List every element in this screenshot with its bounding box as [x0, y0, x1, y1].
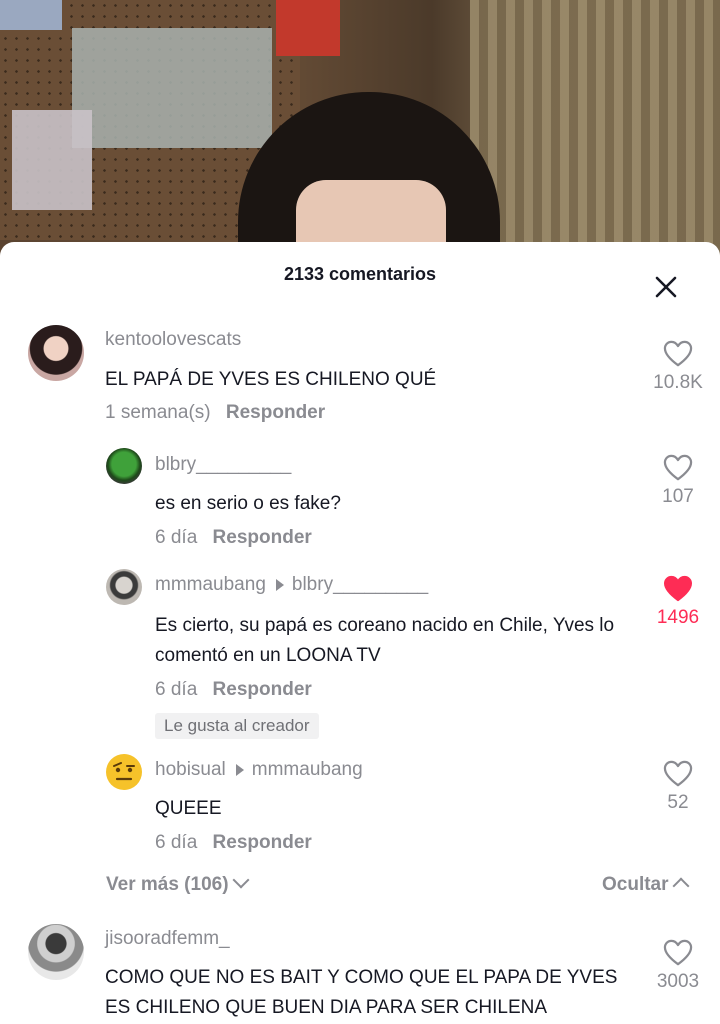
- reply-to-arrow-icon: [235, 763, 244, 776]
- comments-header: 2133 comentarios: [0, 242, 720, 308]
- reply-meta: 6 día Responder: [155, 527, 312, 549]
- heart-icon: [663, 454, 693, 481]
- like-button[interactable]: 1496: [638, 575, 718, 629]
- heart-icon: [663, 760, 693, 787]
- like-count: 10.8K: [653, 372, 703, 393]
- reply-meta: 6 día Responder: [155, 679, 312, 701]
- reply-button[interactable]: Responder: [213, 832, 312, 853]
- reply-button[interactable]: Responder: [213, 527, 312, 548]
- chevron-up-icon: [672, 877, 690, 895]
- comment-text: COMO QUE NO ES BAIT Y COMO QUE EL PAPA D…: [105, 967, 618, 1018]
- like-button[interactable]: 3003: [638, 939, 718, 993]
- comments-sheet: 2133 comentarios kentoolovescats EL PAPÁ…: [0, 242, 720, 1024]
- reply-text: QUEEE: [155, 798, 222, 819]
- reply-to-arrow-icon: [275, 578, 284, 591]
- wall-poster: [276, 0, 340, 56]
- chevron-down-icon: [232, 871, 250, 889]
- comment-username[interactable]: jisooradfemm_: [105, 928, 230, 950]
- hide-replies-button[interactable]: Ocultar: [602, 874, 690, 896]
- comment-meta: 1 semana(s) Responder: [105, 402, 325, 424]
- like-count: 3003: [656, 971, 700, 992]
- reply-button[interactable]: Responder: [213, 679, 312, 700]
- wall-poster: [72, 28, 272, 148]
- reply-time: 6 día: [155, 679, 198, 700]
- avatar[interactable]: [106, 569, 142, 605]
- like-count: 107: [662, 486, 694, 507]
- like-count: 1496: [656, 607, 700, 628]
- heart-icon: [663, 939, 693, 966]
- like-button[interactable]: 52: [638, 760, 718, 814]
- like-button[interactable]: 107: [638, 454, 718, 508]
- reply-time: 6 día: [155, 832, 198, 853]
- reply-to-username[interactable]: mmmaubang: [252, 759, 363, 780]
- avatar[interactable]: [28, 325, 84, 381]
- reply-time: 6 día: [155, 527, 198, 548]
- reply-text: es en serio o es fake?: [155, 493, 341, 514]
- wall-poster: [0, 0, 62, 30]
- reply-to-username[interactable]: blbry_________: [292, 574, 428, 595]
- close-button[interactable]: [652, 273, 680, 301]
- heart-icon: [663, 340, 693, 367]
- reply-username[interactable]: hobisual mmmaubang: [155, 759, 363, 781]
- avatar[interactable]: [106, 448, 142, 484]
- video-background: [0, 0, 720, 260]
- curtain: [470, 0, 720, 260]
- reply-username[interactable]: blbry_________: [155, 454, 291, 476]
- comment-username[interactable]: kentoolovescats: [105, 329, 241, 351]
- view-more-replies-button[interactable]: Ver más (106): [106, 871, 250, 896]
- close-icon: [655, 276, 677, 298]
- raised-eyebrow-emoji-icon: [113, 762, 135, 781]
- creator-liked-badge: Le gusta al creador: [155, 713, 319, 739]
- comments-count-title: 2133 comentarios: [283, 264, 437, 284]
- emoji-avatar[interactable]: [106, 754, 142, 790]
- like-button[interactable]: 10.8K: [638, 340, 718, 394]
- reply-username[interactable]: mmmaubang blbry_________: [155, 574, 428, 596]
- reply-meta: 6 día Responder: [155, 832, 312, 854]
- wall-poster: [12, 110, 92, 210]
- heart-filled-icon: [664, 575, 692, 602]
- reply-text: Es cierto, su papá es coreano nacido en …: [155, 615, 615, 666]
- comment-time: 1 semana(s): [105, 402, 211, 423]
- comment-text: EL PAPÁ DE YVES ES CHILENO QUÉ: [105, 369, 437, 390]
- avatar[interactable]: [28, 924, 84, 980]
- reply-button[interactable]: Responder: [226, 402, 325, 423]
- like-count: 52: [667, 792, 689, 813]
